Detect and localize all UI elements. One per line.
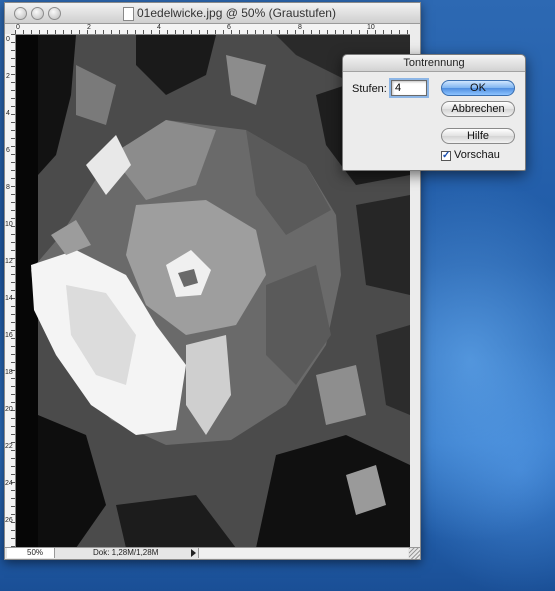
ruler-label: 26 <box>5 517 13 524</box>
ruler-label: 18 <box>5 369 13 376</box>
ruler-label: 10 <box>367 24 375 31</box>
close-icon[interactable] <box>14 7 27 20</box>
ruler-label: 24 <box>5 480 13 487</box>
levels-label: Stufen: <box>352 83 387 95</box>
window-title: 01edelwicke.jpg @ 50% (Graustufen) <box>137 6 336 20</box>
preview-label[interactable]: Vorschau <box>454 149 500 161</box>
ruler-label: 6 <box>227 24 231 31</box>
ruler-label: 2 <box>87 24 91 31</box>
cancel-button[interactable]: Abbrechen <box>441 101 515 117</box>
ruler-label: 16 <box>5 332 13 339</box>
dialog-title[interactable]: Tontrennung <box>343 55 525 72</box>
posterize-dialog[interactable]: Tontrennung Stufen: OK Abbrechen Hilfe ✓… <box>342 54 526 171</box>
ruler-label: 10 <box>5 221 13 228</box>
horizontal-scrollbar[interactable] <box>198 548 408 558</box>
ok-button[interactable]: OK <box>441 80 515 96</box>
ruler-label: 0 <box>16 24 20 31</box>
ruler-label: 14 <box>5 295 13 302</box>
levels-input[interactable] <box>389 78 429 98</box>
ruler-label: 4 <box>6 110 10 117</box>
zoom-icon[interactable] <box>48 7 61 20</box>
checkmark-icon: ✓ <box>442 150 451 161</box>
horizontal-ruler[interactable]: 0 2 4 6 8 10 <box>15 24 410 35</box>
ruler-label: 8 <box>6 184 10 191</box>
ruler-label: 20 <box>5 406 13 413</box>
document-size-info: Dok: 1,28M/1,28M <box>93 548 159 557</box>
chevron-right-icon[interactable] <box>191 549 196 557</box>
ruler-label: 4 <box>157 24 161 31</box>
zoom-level-field[interactable]: 50% <box>7 548 55 558</box>
minimize-icon[interactable] <box>31 7 44 20</box>
ruler-label: 12 <box>5 258 13 265</box>
ruler-label: 6 <box>6 147 10 154</box>
resize-grip-icon[interactable] <box>409 548 420 559</box>
ruler-label: 8 <box>298 24 302 31</box>
ruler-label: 0 <box>6 36 10 43</box>
document-icon <box>123 7 134 21</box>
vertical-ruler[interactable]: 0 2 4 6 8 10 12 14 16 18 20 22 24 26 <box>5 34 16 548</box>
window-titlebar[interactable]: 01edelwicke.jpg @ 50% (Graustufen) <box>5 3 420 24</box>
help-button[interactable]: Hilfe <box>441 128 515 144</box>
status-bar: 50% Dok: 1,28M/1,28M <box>5 547 420 559</box>
ruler-label: 2 <box>6 73 10 80</box>
ruler-label: 22 <box>5 443 13 450</box>
preview-checkbox[interactable]: ✓ <box>441 151 451 161</box>
